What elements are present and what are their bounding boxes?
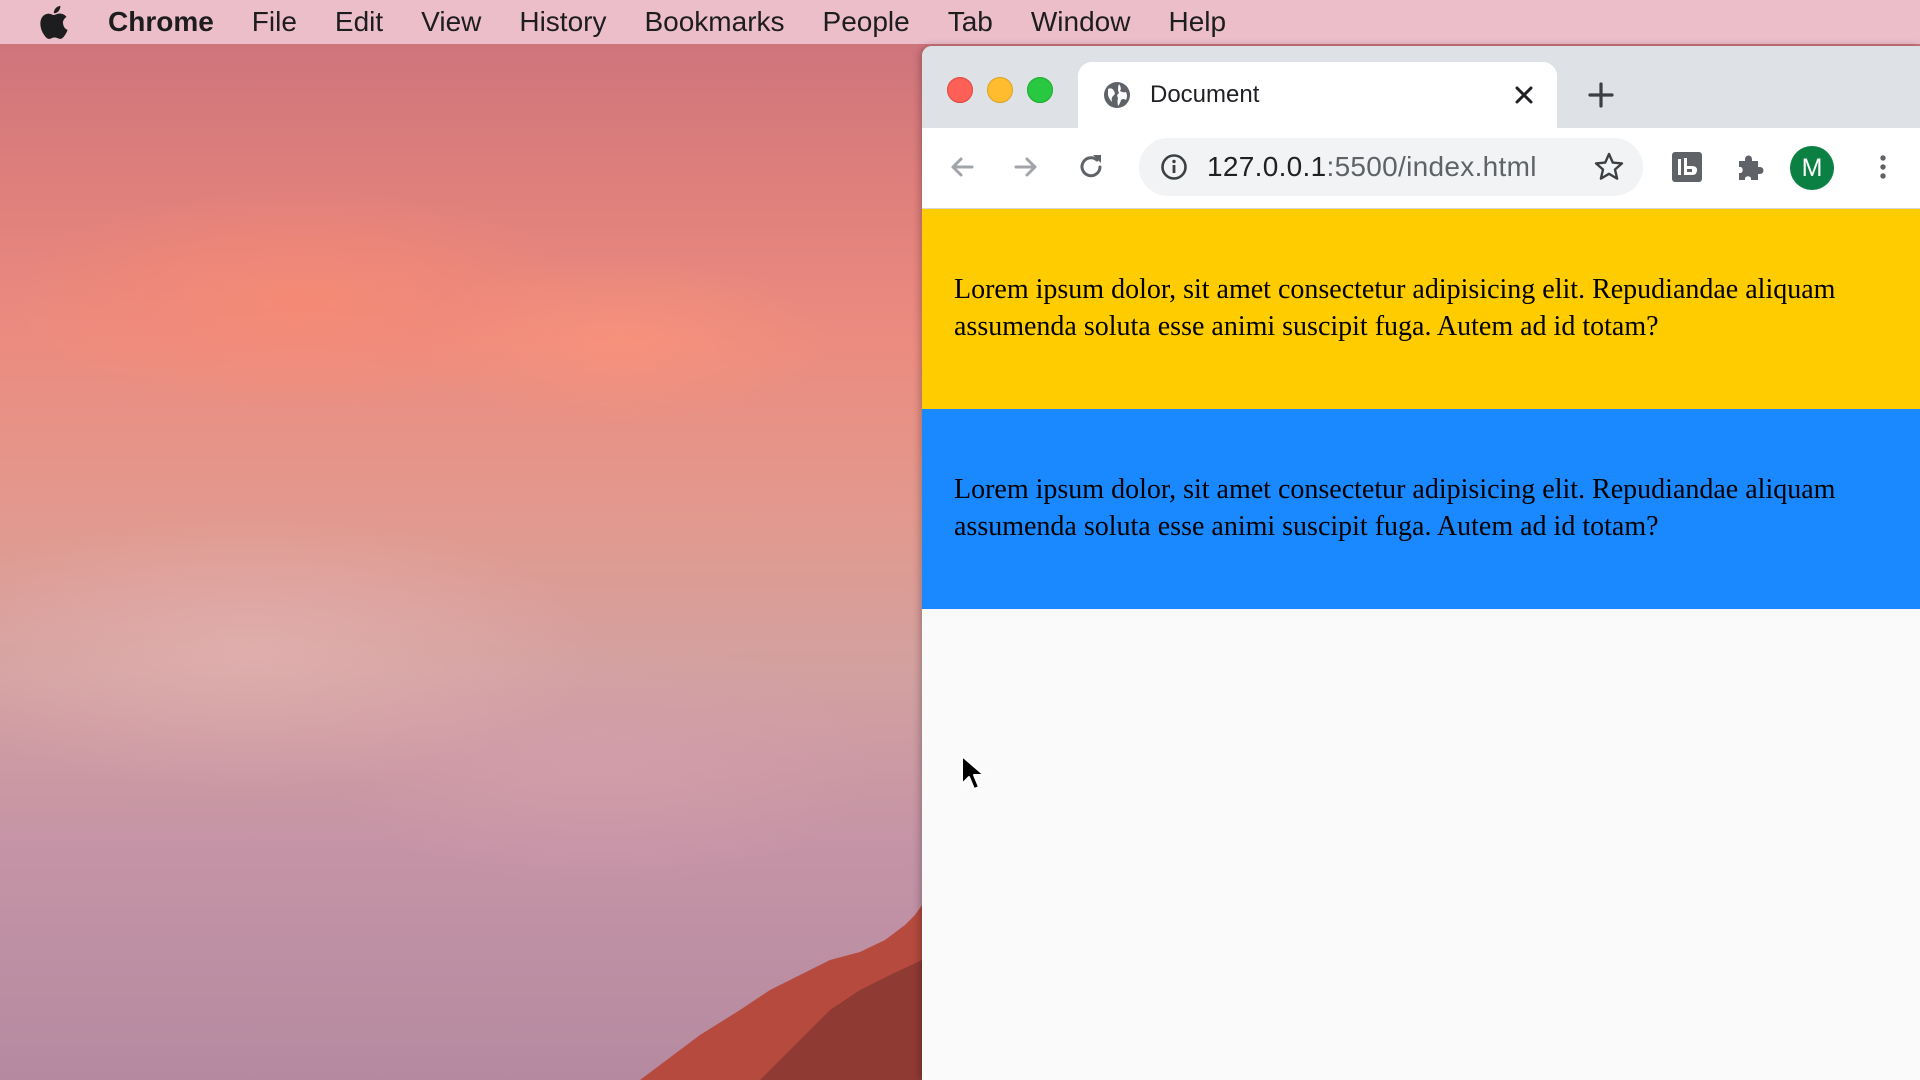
profile-avatar[interactable]: M xyxy=(1790,146,1834,190)
menu-view[interactable]: View xyxy=(421,6,481,38)
menu-bookmarks[interactable]: Bookmarks xyxy=(644,6,784,38)
reload-icon[interactable] xyxy=(1074,150,1108,184)
menu-help[interactable]: Help xyxy=(1168,6,1226,38)
tab-document[interactable]: Document xyxy=(1078,62,1557,128)
star-icon[interactable] xyxy=(1593,151,1625,183)
mountain-silhouette xyxy=(640,905,922,1080)
extension-icon[interactable] xyxy=(1670,150,1704,184)
paragraph-text: Lorem ipsum dolor, sit amet consectetur … xyxy=(954,474,1836,542)
info-icon[interactable] xyxy=(1159,152,1189,182)
menu-history[interactable]: History xyxy=(519,6,606,38)
zoom-window-button[interactable] xyxy=(1027,77,1053,103)
browser-window: Document 127.0.0.1:5500/index.html M Lor… xyxy=(922,46,1920,1080)
menu-edit[interactable]: Edit xyxy=(335,6,383,38)
kebab-menu-icon[interactable] xyxy=(1866,150,1900,184)
menu-app-chrome[interactable]: Chrome xyxy=(108,6,214,38)
menu-bar: Chrome File Edit View History Bookmarks … xyxy=(0,0,1920,44)
tab-strip: Document xyxy=(922,46,1920,128)
globe-icon xyxy=(1104,82,1130,108)
address-bar[interactable]: 127.0.0.1:5500/index.html xyxy=(1139,138,1643,196)
puzzle-icon[interactable] xyxy=(1734,150,1768,184)
apple-logo-icon[interactable] xyxy=(40,5,70,39)
mouse-pointer-icon xyxy=(961,755,985,790)
close-tab-icon[interactable] xyxy=(1509,80,1539,110)
blue-paragraph-box: Lorem ipsum dolor, sit amet consectetur … xyxy=(922,409,1920,609)
url-text: 127.0.0.1:5500/index.html xyxy=(1207,151,1537,183)
menu-tab[interactable]: Tab xyxy=(948,6,993,38)
menu-window[interactable]: Window xyxy=(1031,6,1131,38)
paragraph-text: Lorem ipsum dolor, sit amet consectetur … xyxy=(954,274,1836,342)
url-host: 127.0.0.1 xyxy=(1207,151,1327,182)
url-path: :5500/index.html xyxy=(1326,151,1537,182)
menu-file[interactable]: File xyxy=(252,6,297,38)
yellow-paragraph-box: Lorem ipsum dolor, sit amet consectetur … xyxy=(922,209,1920,409)
browser-toolbar: 127.0.0.1:5500/index.html M xyxy=(922,128,1920,209)
minimize-window-button[interactable] xyxy=(987,77,1013,103)
menu-people[interactable]: People xyxy=(823,6,910,38)
arrow-left-icon[interactable] xyxy=(945,150,979,184)
close-window-button[interactable] xyxy=(947,77,973,103)
page-viewport: Lorem ipsum dolor, sit amet consectetur … xyxy=(922,209,1920,1080)
new-tab-icon[interactable] xyxy=(1586,80,1616,110)
tab-title: Document xyxy=(1150,81,1260,108)
arrow-right-icon[interactable] xyxy=(1009,150,1043,184)
